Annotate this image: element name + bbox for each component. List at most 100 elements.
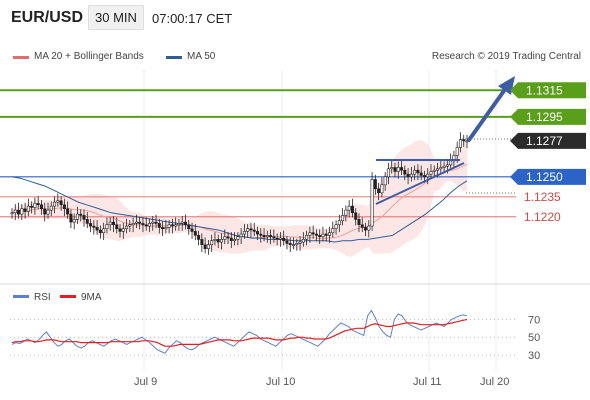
candle-body [10, 212, 14, 215]
candle-body [390, 167, 394, 170]
candle-body [223, 236, 227, 240]
candle-body [151, 221, 155, 224]
candle-body [455, 147, 459, 156]
candle-body [85, 219, 89, 224]
candle-body [347, 205, 351, 211]
rsi-tick-0: 70 [528, 314, 540, 326]
candle-body [239, 233, 243, 238]
candle-body [377, 188, 381, 194]
candle-body [419, 172, 423, 176]
candle-body [161, 227, 165, 230]
rsi-tick-2: 30 [528, 350, 540, 362]
candle-body [30, 205, 34, 208]
candle-body [383, 176, 387, 186]
candle-body [59, 200, 63, 206]
candle-body [26, 205, 30, 212]
candle-body [442, 165, 446, 168]
candle-body [219, 239, 223, 243]
candle-body [436, 168, 440, 171]
candle-body [180, 221, 184, 224]
ma9-legend-label: 9MA [81, 292, 102, 303]
candle-body [272, 236, 276, 239]
candle-body [69, 213, 73, 223]
candle-body [367, 225, 371, 231]
candle-body [33, 203, 37, 208]
candle-body [298, 241, 302, 244]
candle-body [341, 215, 345, 222]
candle-body [82, 215, 86, 220]
candle-body [403, 169, 407, 175]
candle-body [413, 169, 417, 175]
candle-body [121, 228, 125, 232]
candle-body [190, 228, 194, 232]
chart-widget: EUR/USD 30 MIN 07:00:17 CET MA 20 + Boll… [0, 0, 590, 400]
level-tag-label-3: 1.1250 [526, 170, 563, 184]
candle-body [233, 239, 237, 242]
x-tick-jul9: Jul 9 [134, 376, 157, 388]
candle-body [39, 204, 43, 210]
candle-body [380, 184, 384, 194]
candle-body [46, 209, 50, 215]
candle-body [409, 173, 413, 178]
candle-body [177, 223, 181, 226]
candle-body [311, 232, 315, 235]
candle-body [210, 240, 214, 246]
candle-body [422, 175, 426, 178]
candle-body [49, 205, 53, 211]
candle-body [102, 228, 106, 234]
target-arrow-shaft [467, 86, 508, 142]
candle-body [445, 164, 449, 167]
rsi-lines [11, 309, 468, 354]
candle-body [396, 167, 400, 172]
candle-body [242, 231, 246, 235]
rsi-legend-swatch [13, 295, 29, 298]
candle-body [125, 225, 129, 230]
candle-body [285, 240, 289, 244]
candle-body [187, 224, 191, 230]
candle-body [400, 167, 404, 171]
level-tag-label-1: 1.1295 [526, 110, 563, 124]
candle-body [265, 235, 269, 238]
level-tag-label-0: 1.1315 [526, 83, 563, 97]
candle-body [118, 228, 122, 232]
candle-body [75, 213, 79, 220]
candle-body [373, 179, 377, 190]
candle-body [393, 167, 397, 172]
candle-body [305, 235, 309, 240]
candle-body [344, 209, 348, 216]
candle-body [278, 237, 282, 240]
candle-body [53, 201, 57, 207]
candle-body [128, 224, 132, 227]
candle-body [259, 233, 263, 236]
candle-body [105, 224, 109, 230]
level-tags: 1.1315 1.1295 1.1277 1.1250 1.1235 1.1220 [510, 82, 586, 224]
x-tick-jul11: Jul 11 [413, 376, 442, 388]
candle-body [197, 235, 201, 240]
candle-body [321, 233, 325, 238]
rsi-legend: RSI 9MA [13, 292, 102, 303]
ma9-legend-swatch [60, 295, 76, 298]
candle-body [275, 237, 279, 240]
candle-body [282, 237, 286, 242]
candle-body [13, 209, 17, 214]
level-tag-label-2: 1.1277 [526, 134, 563, 148]
candle-body [92, 225, 96, 228]
candle [370, 172, 374, 231]
candle-body [62, 204, 66, 210]
candle-body [458, 139, 462, 148]
candle-body [432, 169, 436, 172]
candle-body [115, 224, 119, 230]
candle-body [167, 224, 171, 228]
candle-body [144, 224, 148, 227]
candle-body [170, 224, 174, 227]
candle-body [429, 171, 433, 175]
candle-body [416, 169, 420, 174]
candle-body [200, 239, 204, 246]
rsi-line [11, 309, 468, 354]
candle-body [314, 233, 318, 236]
x-tick-jul10: Jul 10 [266, 376, 295, 388]
candle-body [462, 139, 466, 142]
rsi-grid: 70 50 30 [10, 314, 540, 362]
candle-body [141, 223, 145, 226]
candle-body [334, 224, 338, 230]
